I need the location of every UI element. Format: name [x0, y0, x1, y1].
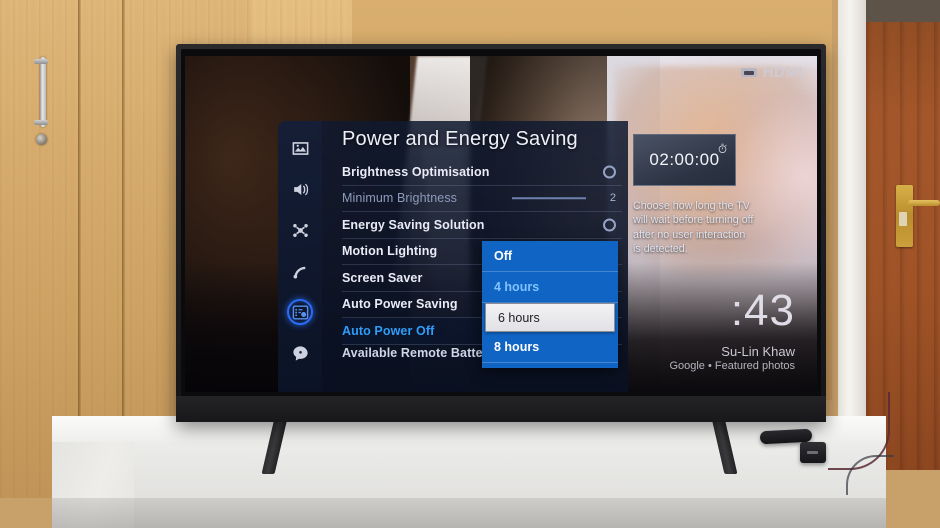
timer-preview-card: 02:00:00	[633, 134, 736, 186]
setting-row-energy-saving-solution[interactable]: Energy Saving Solution	[342, 212, 622, 239]
toggle-circle-icon[interactable]	[603, 165, 616, 179]
door-handle-lever	[908, 200, 940, 206]
hdmi-connector-icon	[740, 68, 757, 77]
sidebar-item-picture[interactable]	[287, 135, 313, 161]
brightness-value: 2	[609, 192, 616, 205]
info-pane: 02:00:00 Choose how long the TV will wai…	[628, 121, 758, 392]
timer-value: 02:00:00	[649, 150, 720, 169]
row-label: Auto Power Off	[342, 323, 435, 338]
sidebar-item-sound[interactable]	[287, 176, 313, 202]
sidebar-item-support[interactable]	[287, 340, 313, 366]
dropdown-option-label: 8 hours	[494, 340, 540, 354]
cabinet-door-lock	[36, 134, 47, 145]
row-label: Screen Saver	[342, 270, 423, 285]
dropdown-option-4-hours[interactable]: 4 hours	[482, 272, 618, 303]
sidebar-item-general-settings[interactable]	[287, 299, 313, 325]
row-label: Energy Saving Solution	[342, 217, 485, 232]
auto-power-off-dropdown[interactable]: Off 4 hours 6 hours 8 hours	[482, 241, 618, 368]
setting-row-minimum-brightness[interactable]: Minimum Brightness 2	[342, 186, 622, 212]
dropdown-option-8-hours[interactable]: 8 hours	[482, 332, 618, 363]
settings-sidebar-icons	[278, 121, 322, 392]
door-plate-highlight	[899, 212, 907, 226]
power-adapter	[800, 442, 826, 463]
sidebar-item-broadcast[interactable]	[287, 258, 313, 284]
row-label: Available Remote Battery	[342, 345, 495, 360]
row-label: Motion Lighting	[342, 244, 438, 259]
row-label: Brightness Optimisation	[342, 164, 490, 179]
dropdown-option-label: 6 hours	[498, 310, 540, 325]
dropdown-option-6-hours[interactable]: 6 hours	[485, 303, 615, 332]
door-top-shadow	[866, 0, 940, 22]
cabinet-door-handle	[34, 57, 48, 127]
tv-screen: HDMI :43 Su-Lin Khaw Google • Featured p…	[185, 56, 817, 392]
stopwatch-icon	[717, 141, 728, 153]
brightness-slider[interactable]	[512, 197, 586, 199]
screenshot-scene: HDMI :43 Su-Lin Khaw Google • Featured p…	[0, 0, 940, 528]
input-source-label: HDMI	[762, 64, 803, 81]
toggle-circle-icon[interactable]	[603, 218, 616, 232]
setting-description: Choose how long the TV will wait before …	[633, 200, 754, 256]
dropdown-option-label: 4 hours	[494, 280, 540, 294]
tv-bottom-bezel	[176, 396, 826, 422]
cabinet-front-shadow	[52, 498, 886, 528]
sidebar-item-network[interactable]	[287, 217, 313, 243]
row-label: Auto Power Saving	[342, 297, 458, 312]
dropdown-option-label: Off	[494, 249, 513, 263]
dropdown-option-off[interactable]: Off	[482, 241, 618, 272]
page-title: Power and Energy Saving	[342, 128, 578, 150]
setting-row-brightness-optimisation[interactable]: Brightness Optimisation	[342, 159, 622, 186]
input-source-badge: HDMI	[740, 64, 803, 81]
row-label: Minimum Brightness	[342, 191, 458, 206]
